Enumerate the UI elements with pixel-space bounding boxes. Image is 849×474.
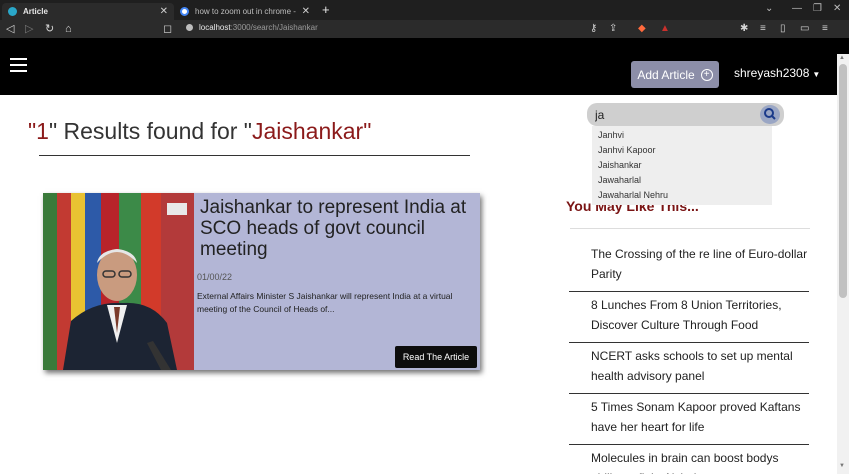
user-menu[interactable]: shreyash2308 ▼ <box>734 66 820 80</box>
bookmark-icon[interactable]: ◻ <box>163 22 172 36</box>
suggestion-item[interactable]: Janhvi <box>598 128 772 143</box>
suggestion-item[interactable]: Jawaharlal Nehru <box>598 188 772 203</box>
share-icon[interactable]: ⇪ <box>609 22 617 36</box>
divider <box>39 155 470 156</box>
sidebar-article-item[interactable]: 8 Lunches From 8 Union Territories, Disc… <box>569 295 809 343</box>
results-quote: " <box>363 118 372 144</box>
scroll-down-icon[interactable]: ▼ <box>839 463 845 469</box>
reload-icon[interactable]: ↻ <box>45 22 54 36</box>
tab-article[interactable]: Article ✕ <box>2 3 174 20</box>
scrollbar-thumb[interactable] <box>839 64 847 298</box>
react-icon <box>8 7 17 16</box>
results-query: Jaishankar <box>251 118 364 144</box>
menu-icon[interactable]: ≡ <box>822 22 828 36</box>
article-card: Jaishankar to represent India at SCO hea… <box>43 193 480 370</box>
plus-circle-icon: + <box>700 68 713 81</box>
wallet-icon[interactable]: ▭ <box>800 22 809 36</box>
article-image <box>43 193 194 370</box>
browser-toolbar: ◁ ▷ ↻ ⌂ ◻ localhost:3000/search/Jaishank… <box>0 20 849 38</box>
add-article-button[interactable]: Add Article + <box>631 61 719 88</box>
sidebar-article-item[interactable]: Molecules in brain can boost bodys abili… <box>569 448 809 474</box>
playlist-icon[interactable]: ≡ <box>760 22 766 36</box>
search-button[interactable] <box>760 105 780 124</box>
tab-title: Article <box>23 7 48 16</box>
browser-tab-bar: Article ✕ how to zoom out in chrome - Go… <box>0 0 849 20</box>
suggestion-item[interactable]: Janhvi Kapoor <box>598 143 772 158</box>
results-text: " Results found for " <box>48 118 252 144</box>
divider <box>570 228 810 229</box>
back-icon[interactable]: ◁ <box>6 22 14 36</box>
caret-down-icon: ▼ <box>812 70 821 79</box>
forward-icon[interactable]: ▷ <box>25 22 33 36</box>
sidebar-article-item[interactable]: NCERT asks schools to set up mental heal… <box>569 346 809 394</box>
add-article-label: Add Article <box>637 67 695 82</box>
brave-shield-icon[interactable]: ◆ <box>638 22 646 36</box>
scroll-up-icon[interactable]: ▲ <box>839 55 845 61</box>
page-scrollbar[interactable]: ▲ ▼ <box>837 54 849 474</box>
suggestion-item[interactable]: Jaishankar <box>598 158 772 173</box>
url-path: :3000/search/Jaishankar <box>230 23 318 32</box>
search-icon <box>764 108 776 120</box>
google-icon <box>180 7 189 16</box>
url-host: localhost <box>199 23 231 32</box>
key-icon[interactable]: ⚷ <box>590 22 597 36</box>
sidebar-article-item[interactable]: 5 Times Sonam Kapoor proved Kaftans have… <box>569 397 809 445</box>
article-title[interactable]: Jaishankar to represent India at SCO hea… <box>200 197 476 260</box>
address-bar[interactable]: localhost:3000/search/Jaishankar <box>186 23 318 32</box>
sidebar-icon[interactable]: ▯ <box>780 22 786 36</box>
chevron-down-icon[interactable]: ⌄ <box>765 3 773 14</box>
new-tab-button[interactable]: + <box>322 3 330 17</box>
suggestion-item[interactable]: Jawaharlal <box>598 173 772 188</box>
sidebar-article-item[interactable]: The Crossing of the re line of Euro-doll… <box>569 244 809 292</box>
search-suggestions: Janhvi Janhvi Kapoor Jaishankar Jawaharl… <box>592 126 772 205</box>
hamburger-menu-icon[interactable] <box>10 58 27 73</box>
rewards-icon[interactable]: ▲ <box>660 22 670 36</box>
lock-icon <box>186 24 193 31</box>
minimize-icon[interactable]: — <box>792 3 802 14</box>
results-heading: "1" Results found for "Jaishankar" <box>28 118 371 145</box>
article-description: External Affairs Minister S Jaishankar w… <box>197 291 453 314</box>
close-tab-icon[interactable]: ✕ <box>160 6 168 17</box>
search-input[interactable] <box>595 106 755 123</box>
results-count: 1 <box>36 118 49 144</box>
tab-title: how to zoom out in chrome - Google <box>195 7 298 16</box>
read-article-button[interactable]: Read The Article <box>395 346 477 368</box>
restore-icon[interactable]: ❐ <box>813 3 822 14</box>
username: shreyash2308 <box>734 66 810 80</box>
close-tab-icon[interactable]: ✕ <box>302 6 310 17</box>
tab-google[interactable]: how to zoom out in chrome - Google ✕ <box>174 3 316 20</box>
extensions-icon[interactable]: ✱ <box>740 22 748 36</box>
search-box <box>587 103 784 126</box>
site-navbar: Add Article + shreyash2308 ▼ <box>0 38 849 95</box>
results-quote: " <box>28 118 37 144</box>
home-icon[interactable]: ⌂ <box>65 22 72 36</box>
close-window-icon[interactable]: ✕ <box>833 3 841 14</box>
article-date: 01/00/22 <box>197 272 233 282</box>
